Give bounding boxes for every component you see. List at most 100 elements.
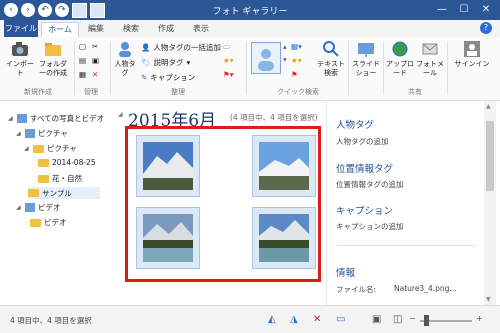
add-geo-tag-link[interactable]: 位置情報タグの追加 <box>336 179 404 190</box>
grid-view-icon[interactable]: ▦▾ <box>291 42 302 51</box>
folder-icon <box>30 218 41 227</box>
people-tag-button[interactable]: 人物タグ <box>113 40 137 78</box>
add-people-tag-link[interactable]: 人物タグの追加 <box>336 136 389 147</box>
import-label: インポート <box>6 60 34 77</box>
nav-folder-flowers-nature[interactable]: 花・自然 <box>38 173 82 184</box>
nav-label: ピクチャ <box>47 144 77 153</box>
flag-icon[interactable]: ▭ <box>223 42 230 51</box>
folder-icon <box>28 189 39 197</box>
rotate-right-icon[interactable]: ◮ <box>290 314 298 325</box>
navigation-pane: ◢ すべての写真とビデオ ◢ ピクチャ ◢ ピクチャ 2014-08-25 花・… <box>0 101 108 305</box>
nav-videos-folder[interactable]: ビデオ <box>30 217 67 228</box>
ribbon-tabs: ファイル ホーム 編集 検索 作成 表示 ? <box>0 20 500 38</box>
photo-mail-icon <box>422 43 438 55</box>
people-tag-heading: 人物タグ <box>336 120 375 131</box>
details-separator <box>336 245 476 247</box>
caption-button[interactable]: ✎ キャプション <box>141 72 195 83</box>
details-scrollbar[interactable]: ▲ ▼ <box>484 101 496 305</box>
group-quick-search-label: クイック検索 <box>277 88 319 96</box>
tab-home[interactable]: ホーム <box>41 22 79 38</box>
mountain-photo-icon <box>143 142 193 190</box>
import-button[interactable]: インポート <box>6 40 34 78</box>
ribbon-divider <box>110 41 111 95</box>
zoom-slider-thumb[interactable] <box>424 315 429 326</box>
nav-videos[interactable]: ◢ ビデオ <box>16 202 61 213</box>
delete-icon[interactable]: ✕ <box>313 314 321 325</box>
caption-tag-button[interactable]: 🏷 説明タグ ▾ <box>141 57 190 68</box>
new-folder-icon <box>45 43 61 56</box>
flag-filter-icon[interactable]: ⚑ <box>291 70 298 79</box>
caption-icon: ✎ <box>141 73 148 82</box>
lake-photo-icon <box>143 214 193 262</box>
photo-thumbnail[interactable] <box>252 135 316 197</box>
window-controls: — ☐ ✕ <box>432 2 496 17</box>
bulk-people-tag-button[interactable]: 👤 人物タグの一括追加 <box>141 42 221 53</box>
nav-pictures[interactable]: ◢ ピクチャ <box>16 128 68 139</box>
maximize-icon[interactable]: ☐ <box>454 2 474 17</box>
nav-folder-sample[interactable]: サンプル <box>28 187 100 199</box>
gallery-scroll-down-icon[interactable]: ▾ <box>283 55 287 64</box>
minimize-icon[interactable]: — <box>432 2 452 17</box>
group-share-label: 共有 <box>408 88 422 96</box>
tab-search[interactable]: 検索 <box>118 22 144 36</box>
nav-all-photos[interactable]: ◢ すべての写真とビデオ <box>8 113 104 124</box>
tab-file[interactable]: ファイル <box>4 20 38 37</box>
paste-icon[interactable]: ▤ <box>79 56 86 65</box>
collapse-group-icon[interactable]: ◢ <box>118 111 123 118</box>
new-folder-button[interactable]: フォルダーの作成 <box>36 40 70 78</box>
rotate-left-icon[interactable]: ◭ <box>268 314 276 325</box>
chevron-down-icon: ▾ <box>186 58 191 67</box>
rating-filter-icon[interactable]: ★▾ <box>291 56 302 65</box>
close-icon[interactable]: ✕ <box>476 2 496 17</box>
filename-value: Nature3_4.png... <box>394 284 457 293</box>
expand-icon: ◢ <box>16 204 21 211</box>
scroll-down-icon[interactable]: ▼ <box>486 296 491 303</box>
upload-button[interactable]: アップロード <box>386 40 414 78</box>
gallery-scroll-up-icon[interactable]: ▴ <box>283 42 287 51</box>
slideshow-button[interactable]: スライドショー <box>351 40 381 78</box>
view-toggle-icon[interactable]: ▣ <box>372 314 381 325</box>
text-search-button[interactable]: テキスト検索 <box>316 40 346 78</box>
details-toggle-icon[interactable]: ◫ <box>393 314 402 325</box>
caption-tag-label: 説明タグ <box>153 58 184 67</box>
nav-folder-2014-08-25[interactable]: 2014-08-25 <box>38 158 96 167</box>
help-icon[interactable]: ? <box>480 22 492 34</box>
photo-thumbnail[interactable] <box>136 207 200 269</box>
rename-icon[interactable]: ▣ <box>92 56 99 65</box>
slideshow-icon[interactable]: ▭ <box>336 314 345 325</box>
photo-mail-button[interactable]: フォトメール <box>416 40 444 78</box>
expand-icon: ◢ <box>16 130 21 137</box>
copy-icon[interactable]: ▢ <box>79 42 86 51</box>
photo-thumbnail[interactable] <box>136 135 200 197</box>
status-bar: 4 項目中、4 項目を選択 ◭ ◮ ✕ ▭ ▣ ◫ − + <box>0 305 500 333</box>
photo-thumbnail[interactable] <box>252 207 316 269</box>
cut-icon[interactable]: ✂ <box>92 42 98 51</box>
zoom-out-icon[interactable]: − <box>409 314 416 323</box>
bulk-people-tag-label: 人物タグの一括追加 <box>153 43 221 52</box>
select-icon[interactable]: ▦ <box>79 70 86 79</box>
status-text: 4 項目中、4 項目を選択 <box>10 316 92 325</box>
info-heading: 情報 <box>336 268 356 279</box>
people-tag-label: 人物タグ <box>114 60 136 77</box>
new-folder-label: フォルダーの作成 <box>39 60 67 77</box>
group-new-label: 新規作成 <box>24 88 52 96</box>
nav-pictures-folder[interactable]: ◢ ピクチャ <box>24 143 77 154</box>
tab-create[interactable]: 作成 <box>153 22 179 36</box>
zoom-in-icon[interactable]: + <box>476 314 483 323</box>
scroll-up-icon[interactable]: ▲ <box>486 103 491 110</box>
pictures-icon <box>25 129 35 138</box>
star-icon[interactable]: ★▾ <box>223 56 234 65</box>
nav-label: 花・自然 <box>52 174 82 183</box>
scrollbar-thumb[interactable] <box>486 121 494 191</box>
sign-in-button[interactable]: サインイン <box>450 40 494 69</box>
delete-icon[interactable]: ✕ <box>92 70 98 79</box>
group-organize-label: 整理 <box>171 88 185 96</box>
group-manage-label: 管理 <box>84 88 98 96</box>
add-caption-link[interactable]: キャプションの追加 <box>336 221 404 232</box>
ribbon-divider <box>447 41 448 95</box>
mountain-photo-icon <box>259 142 309 190</box>
quick-search-gallery-item[interactable] <box>251 42 281 74</box>
red-flag-icon[interactable]: ⚑▾ <box>223 70 234 79</box>
tab-edit[interactable]: 編集 <box>83 22 109 36</box>
tab-view[interactable]: 表示 <box>188 22 214 36</box>
